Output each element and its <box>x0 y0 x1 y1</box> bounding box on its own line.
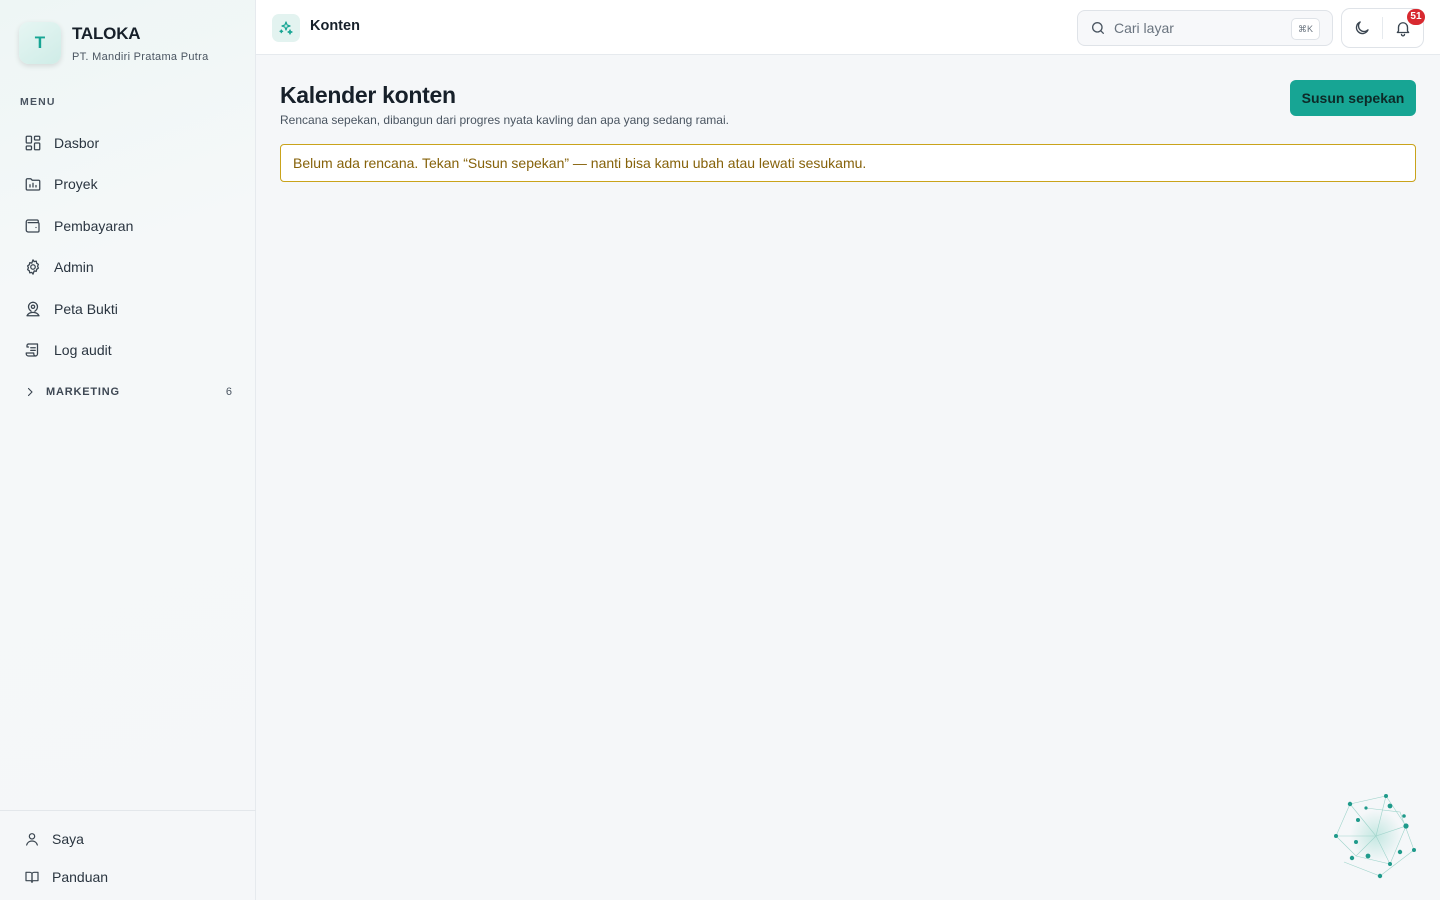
sidebar-item-admin[interactable]: Admin <box>12 247 244 289</box>
topbar-icon <box>272 14 300 42</box>
sidebar-item-label: Proyek <box>54 176 98 193</box>
brand-org: PT. Mandiri Pratama Putra <box>72 50 209 63</box>
sidebar-item-label: Dasbor <box>54 134 100 151</box>
topbar-actions: 51 <box>1341 8 1425 48</box>
page-title: Kalender konten <box>280 82 456 108</box>
brand-text: TALOKA PT. Mandiri Pratama Putra <box>72 24 209 63</box>
chevron-right-icon <box>27 387 33 397</box>
empty-plan-notice: Belum ada rencana. Tekan “Susun sepekan”… <box>280 144 1416 182</box>
sidebar-item-panduan[interactable]: Panduan <box>0 858 256 896</box>
sidebar-group-count: 6 <box>225 386 232 398</box>
page-subtitle: Rencana sepekan, dibangun dari progres n… <box>280 113 729 127</box>
topbar-title: Konten <box>310 18 360 34</box>
search-input[interactable] <box>1114 20 1284 36</box>
scroll-icon <box>25 343 39 357</box>
brand-logo: T <box>19 22 61 64</box>
sidebar-item-peta-bukti[interactable]: Peta Bukti <box>12 288 244 330</box>
map-pin-user-icon <box>26 301 40 317</box>
sidebar-item-label: Peta Bukti <box>54 300 118 317</box>
sidebar-item-dasbor[interactable]: Dasbor <box>12 122 244 164</box>
moon-icon <box>1355 21 1369 35</box>
sidebar-group-marketing[interactable]: MARKETING 6 <box>24 386 232 398</box>
sidebar-item-proyek[interactable]: Proyek <box>12 164 244 206</box>
sidebar-item-label: Pembayaran <box>54 217 134 234</box>
sidebar-nav: Dasbor Proyek Pembayaran Admin Peta Bukt… <box>12 122 244 371</box>
theme-toggle-button[interactable] <box>1342 9 1382 47</box>
sidebar-item-label: Saya <box>52 831 84 847</box>
folder-chart-icon <box>25 178 41 191</box>
sidebar-item-saya[interactable]: Saya <box>0 820 256 858</box>
dashboard-icon <box>25 135 41 151</box>
menu-label: MENU <box>20 96 56 108</box>
sidebar-item-log-audit[interactable]: Log audit <box>12 330 244 372</box>
sidebar-item-label: Panduan <box>52 869 109 885</box>
brand-name: TALOKA <box>72 23 141 43</box>
sidebar-group-label: MARKETING <box>46 386 120 398</box>
search-icon <box>1092 22 1104 34</box>
network-graphic <box>1334 794 1416 879</box>
susun-sepekan-button[interactable]: Susun sepekan <box>1290 80 1416 116</box>
notifications-button[interactable]: 51 <box>1383 9 1425 47</box>
brand[interactable]: T TALOKA PT. Mandiri Pratama Putra <box>19 22 209 64</box>
gear-icon <box>26 259 40 276</box>
wallet-icon <box>25 219 40 233</box>
sparkles-icon <box>279 21 293 35</box>
sidebar: T TALOKA PT. Mandiri Pratama Putra MENU … <box>0 0 256 900</box>
book-icon <box>25 871 39 883</box>
sidebar-bottom: Saya Panduan <box>0 810 256 896</box>
topbar: Konten ⌘K 51 <box>256 0 1440 55</box>
sidebar-item-label: Log audit <box>54 342 112 359</box>
sidebar-item-label: Admin <box>54 259 94 276</box>
sidebar-item-pembayaran[interactable]: Pembayaran <box>12 205 244 247</box>
search-box[interactable]: ⌘K <box>1077 10 1333 46</box>
user-icon <box>26 833 38 846</box>
notification-badge: 51 <box>1406 9 1425 25</box>
search-shortcut: ⌘K <box>1290 18 1320 40</box>
